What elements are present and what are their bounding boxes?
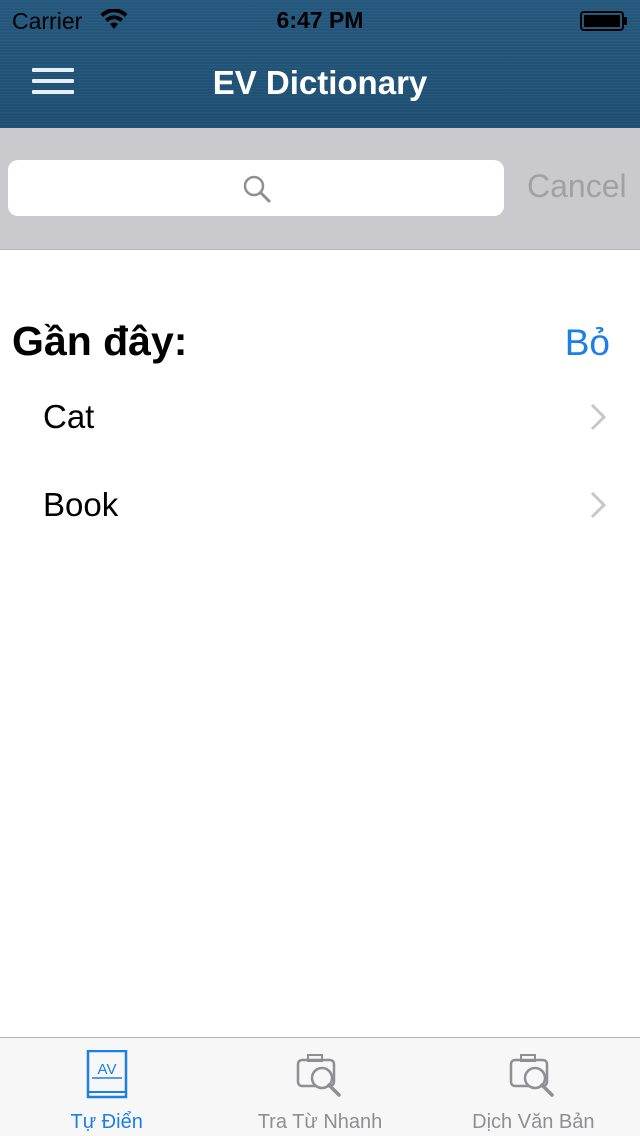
cancel-button[interactable]: Cancel [527, 168, 627, 205]
recent-section-title: Gần đây: [12, 318, 188, 364]
list-item-label: Cat [43, 398, 95, 435]
chevron-right-icon [590, 403, 606, 431]
camera-search-icon [296, 1054, 341, 1097]
svg-text:AV: AV [97, 1061, 116, 1078]
tab-translate-text[interactable]: Dịch Văn Bản [427, 1038, 640, 1136]
list-item[interactable]: Cat [0, 372, 640, 460]
tab-quick-lookup[interactable]: Tra Từ Nhanh [213, 1038, 426, 1136]
tab-bar: AV Tự Điển Tra Từ Nhanh Dịch Văn Bản [0, 1037, 640, 1136]
recent-list: Cat Book [0, 372, 640, 548]
search-icon [243, 175, 271, 203]
clock-time: 6:47 PM [276, 7, 364, 33]
list-item[interactable]: Book [0, 460, 640, 548]
chevron-right-icon [590, 491, 606, 519]
list-item-label: Book [43, 486, 119, 523]
tab-label: Tra Từ Nhanh [257, 1111, 383, 1133]
page-title: EV Dictionary [212, 64, 428, 101]
status-bar: Carrier 6:47 PM [0, 0, 640, 40]
navigation-header: Carrier 6:47 PM EV Dictionary [0, 0, 640, 128]
tab-label: Dịch Văn Bản [472, 1111, 595, 1133]
dictionary-book-icon: AV [86, 1050, 127, 1099]
battery-icon [580, 11, 627, 31]
clear-recent-button[interactable]: Bỏ [565, 322, 610, 364]
search-input[interactable] [8, 160, 504, 216]
tab-label: Tự Điển [70, 1111, 143, 1133]
tab-dictionary[interactable]: AV Tự Điển [0, 1038, 213, 1136]
camera-search-icon [510, 1054, 555, 1097]
search-bar: Cancel [0, 128, 640, 250]
